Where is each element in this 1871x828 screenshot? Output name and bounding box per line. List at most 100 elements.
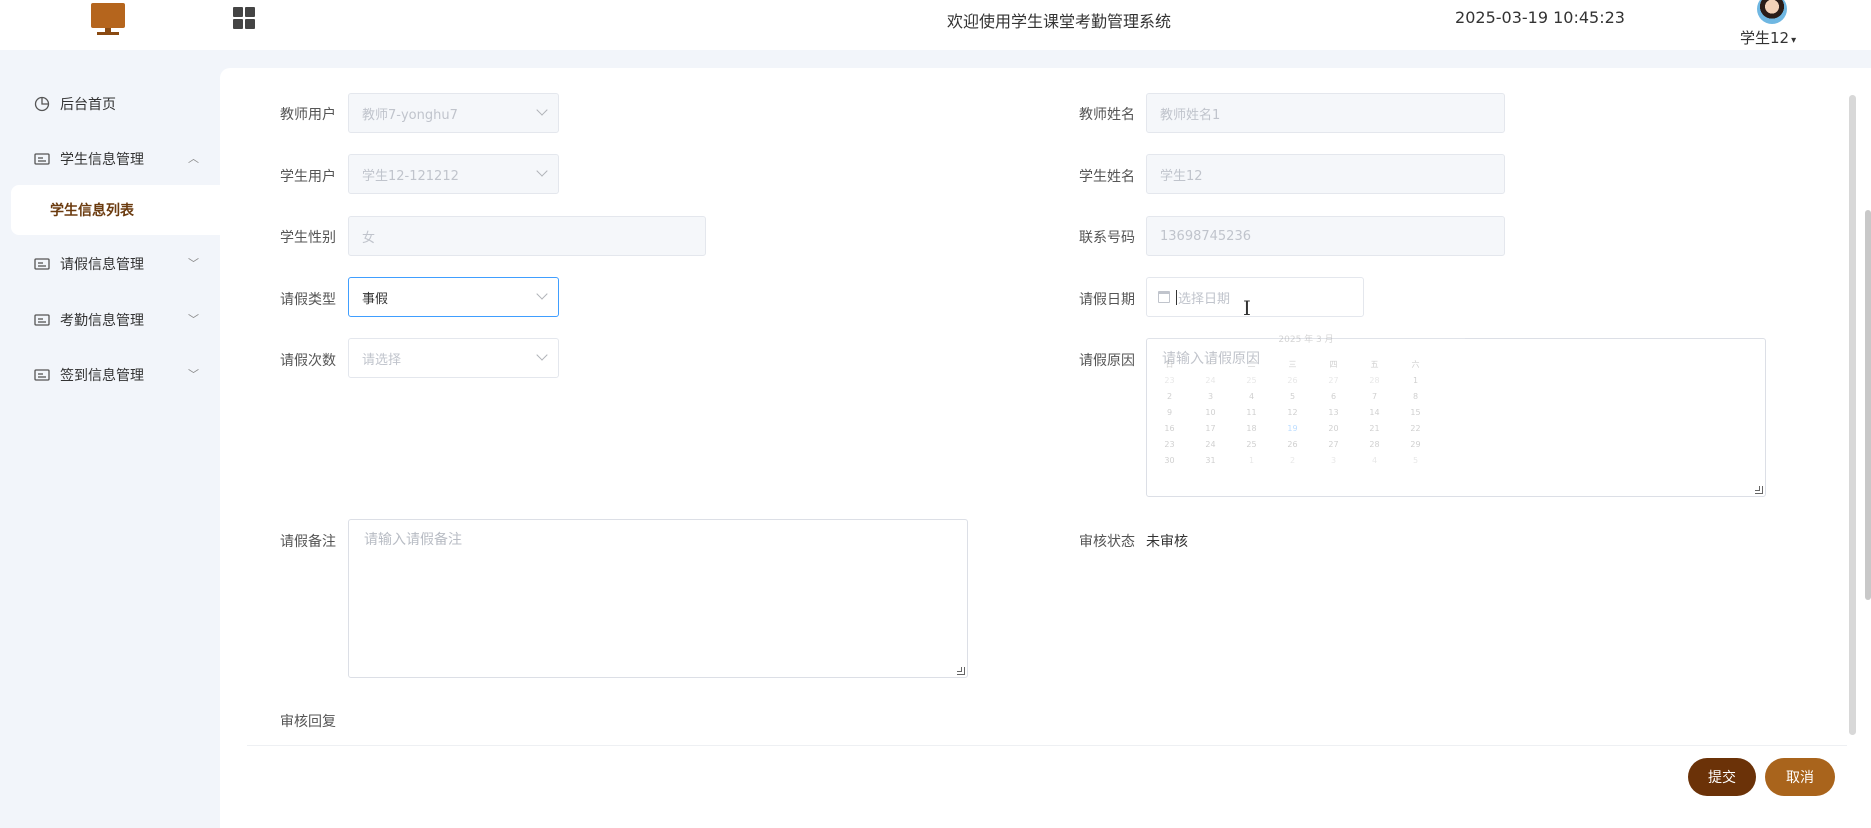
student-name-label: 学生姓名	[1079, 169, 1135, 185]
leave-count-placeholder: 请选择	[362, 352, 402, 368]
leave-type-select[interactable]: 事假	[348, 277, 559, 317]
form-scrollbar[interactable]	[1849, 95, 1856, 735]
calendar-day[interactable]: 2	[1149, 388, 1190, 404]
id-card-icon	[33, 311, 51, 329]
calendar-day[interactable]: 3	[1190, 388, 1231, 404]
scrollbar-thumb[interactable]	[1849, 95, 1856, 735]
calendar-day[interactable]: 9	[1149, 404, 1190, 420]
weekday-label: 日	[1165, 359, 1174, 369]
id-card-icon	[33, 366, 51, 384]
calendar-day[interactable]: 28	[1354, 436, 1395, 452]
calendar-day[interactable]: 22	[1395, 420, 1436, 436]
calendar-day[interactable]: 8	[1395, 388, 1436, 404]
calendar-day[interactable]: 21	[1354, 420, 1395, 436]
sidebar-item-signin-info[interactable]: 签到信息管理 ﹀	[0, 353, 220, 397]
sidebar-item-attendance-info[interactable]: 考勤信息管理 ﹀	[0, 298, 220, 342]
calendar-day[interactable]: 28	[1354, 372, 1395, 388]
phone-field[interactable]: 13698745236	[1146, 216, 1505, 256]
gender-label: 学生性别	[280, 230, 336, 246]
sidebar-subitem-student-list[interactable]: 学生信息列表	[11, 185, 220, 235]
calendar-day[interactable]: 14	[1354, 404, 1395, 420]
calendar-day[interactable]: 1	[1395, 372, 1436, 388]
date-picker-header: 2025 年 3 月	[1278, 335, 1334, 345]
leave-reason-label: 请假原因	[1079, 353, 1135, 369]
calendar-day[interactable]: 17	[1190, 420, 1231, 436]
calendar-day[interactable]: 16	[1149, 420, 1190, 436]
chevron-down-icon: ﹀	[188, 313, 199, 326]
chevron-up-icon: ︿	[188, 152, 199, 165]
calendar-day[interactable]: 25	[1231, 372, 1272, 388]
calendar-day-today[interactable]: 19	[1272, 420, 1313, 436]
sidebar-item-label: 后台首页	[60, 97, 116, 113]
calendar-day[interactable]: 13	[1313, 404, 1354, 420]
sidebar-item-dashboard[interactable]: 后台首页	[0, 82, 220, 126]
page-scrollbar-thumb[interactable]	[1865, 210, 1871, 600]
teacher-user-value: 教师7-yonghu7	[362, 107, 458, 123]
calendar-day[interactable]: 6	[1313, 388, 1354, 404]
calendar-day[interactable]: 24	[1190, 436, 1231, 452]
student-user-select[interactable]: 学生12-121212	[348, 154, 559, 194]
sidebar-item-student-info[interactable]: 学生信息管理 ︿	[0, 137, 220, 181]
leave-date-picker[interactable]: 选择日期	[1146, 277, 1364, 317]
avatar[interactable]	[1757, 0, 1787, 24]
calendar-day[interactable]: 18	[1231, 420, 1272, 436]
phone-label: 联系号码	[1079, 230, 1135, 246]
calendar-day[interactable]: 4	[1354, 452, 1395, 468]
student-user-label: 学生用户	[280, 169, 336, 185]
pie-chart-icon	[33, 95, 51, 113]
leave-note-placeholder: 请输入请假备注	[364, 532, 462, 548]
calendar-day[interactable]: 5	[1395, 452, 1436, 468]
calendar-day[interactable]: 4	[1231, 388, 1272, 404]
resize-handle-icon[interactable]	[1755, 486, 1763, 494]
calendar-day[interactable]: 2	[1272, 452, 1313, 468]
calendar-day[interactable]: 5	[1272, 388, 1313, 404]
calendar-day[interactable]: 31	[1190, 452, 1231, 468]
calendar-day[interactable]: 30	[1149, 452, 1190, 468]
calendar-day[interactable]: 23	[1149, 372, 1190, 388]
student-name-field[interactable]: 学生12	[1146, 154, 1505, 194]
student-user-value: 学生12-121212	[362, 168, 459, 184]
calendar-day[interactable]: 1	[1231, 452, 1272, 468]
weekday-label: 六	[1411, 359, 1420, 369]
calendar-day[interactable]: 12	[1272, 404, 1313, 420]
calendar-day[interactable]: 24	[1190, 372, 1231, 388]
review-status-label: 审核状态	[1079, 534, 1135, 550]
grid-icon[interactable]	[233, 7, 255, 29]
cancel-button[interactable]: 取消	[1765, 758, 1835, 796]
calendar-icon	[1158, 291, 1170, 303]
user-menu[interactable]: 学生12 ▾	[1740, 27, 1830, 48]
submit-button[interactable]: 提交	[1688, 758, 1756, 796]
chevron-down-icon	[536, 288, 548, 300]
resize-handle-icon[interactable]	[957, 667, 965, 675]
calendar-day[interactable]: 27	[1313, 436, 1354, 452]
leave-type-label: 请假类型	[280, 292, 336, 308]
calendar-day[interactable]: 27	[1313, 372, 1354, 388]
chevron-down-icon: ﹀	[188, 368, 199, 381]
teacher-user-select[interactable]: 教师7-yonghu7	[348, 93, 559, 133]
weekday-label: 一	[1206, 359, 1215, 369]
chevron-down-icon: ﹀	[188, 257, 199, 270]
calendar-day[interactable]: 10	[1190, 404, 1231, 420]
calendar-day[interactable]: 29	[1395, 436, 1436, 452]
leave-note-label: 请假备注	[280, 534, 336, 550]
leave-count-select[interactable]: 请选择	[348, 338, 559, 378]
leave-type-value: 事假	[362, 291, 389, 307]
calendar-day[interactable]: 7	[1354, 388, 1395, 404]
leave-note-textarea[interactable]: 请输入请假备注	[348, 519, 968, 678]
leave-count-label: 请假次数	[280, 353, 336, 369]
calendar-day[interactable]: 15	[1395, 404, 1436, 420]
date-picker-popover: 2025 年 3 月 日 一 二 三 四 五 六 23 24 25 26 27 …	[1147, 330, 1465, 480]
calendar-day[interactable]: 26	[1272, 436, 1313, 452]
calendar-day[interactable]: 20	[1313, 420, 1354, 436]
sidebar-item-leave-info[interactable]: 请假信息管理 ﹀	[0, 242, 220, 286]
calendar-day[interactable]: 26	[1272, 372, 1313, 388]
calendar-day[interactable]: 3	[1313, 452, 1354, 468]
teacher-name-field[interactable]: 教师姓名1	[1146, 93, 1505, 133]
calendar-day[interactable]: 11	[1231, 404, 1272, 420]
gender-field[interactable]: 女	[348, 216, 706, 256]
monitor-icon	[91, 3, 125, 35]
weekday-label: 四	[1329, 359, 1338, 369]
teacher-name-value: 教师姓名1	[1160, 107, 1221, 123]
calendar-day[interactable]: 25	[1231, 436, 1272, 452]
calendar-day[interactable]: 23	[1149, 436, 1190, 452]
